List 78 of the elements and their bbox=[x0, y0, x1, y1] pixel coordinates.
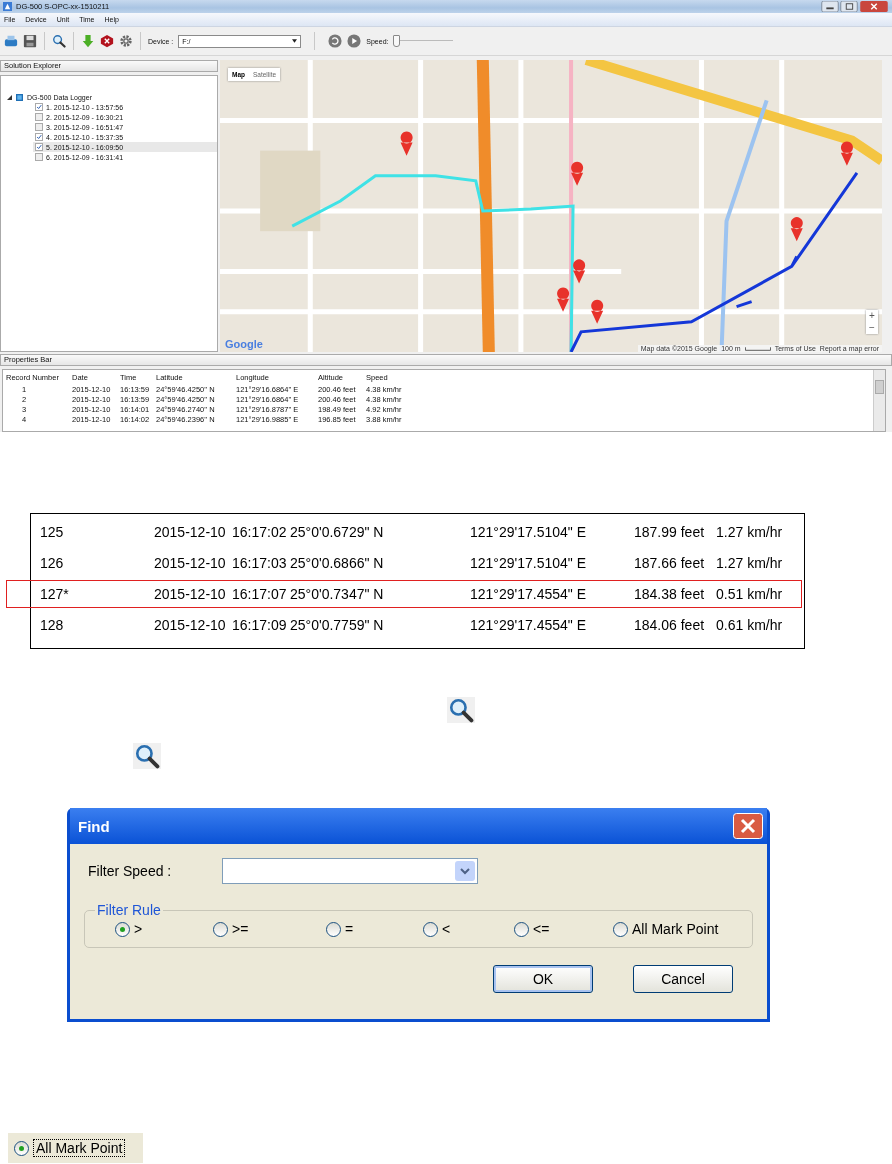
speed-slider-thumb[interactable] bbox=[393, 35, 401, 47]
radio-option[interactable]: = bbox=[326, 921, 423, 937]
checkbox[interactable] bbox=[35, 143, 43, 151]
download-arrow-icon[interactable] bbox=[81, 34, 95, 48]
dialog-title: Find bbox=[78, 817, 110, 835]
caret-icon bbox=[292, 39, 298, 43]
app-icon bbox=[3, 2, 12, 11]
table-cell-text: 2015-12-10 bbox=[154, 555, 227, 571]
table-cell-text: 2015-12-10 bbox=[154, 586, 227, 602]
printer-icon[interactable] bbox=[4, 34, 18, 48]
radio-option[interactable]: >= bbox=[213, 921, 326, 937]
table-cell-text: 16:17:09 bbox=[232, 617, 288, 633]
collapse-triangle-icon[interactable] bbox=[7, 94, 12, 100]
radio-button[interactable] bbox=[423, 921, 438, 937]
table-cell-text: 121°29'17.5104" E bbox=[470, 524, 587, 540]
scale-bar-icon bbox=[744, 346, 771, 351]
filter-speed-label: Filter Speed : bbox=[88, 863, 173, 879]
map-drawing[interactable] bbox=[220, 60, 882, 352]
radio-button[interactable] bbox=[213, 921, 228, 937]
table-cell-text: 16:17:02 bbox=[232, 524, 288, 540]
filter-speed-dropdown[interactable] bbox=[222, 858, 478, 884]
table-cell-text: 2015-12-10 bbox=[154, 524, 227, 540]
zoom-out-button[interactable]: − bbox=[866, 322, 878, 334]
table-cell-text: 25°0'0.7759" N bbox=[290, 617, 385, 633]
dialog-button[interactable]: OK bbox=[493, 965, 593, 993]
settings-icon[interactable] bbox=[119, 34, 133, 48]
radio-option[interactable]: <= bbox=[514, 921, 613, 937]
minimize-icon[interactable] bbox=[821, 1, 839, 12]
table-cell-text: 128 bbox=[40, 617, 65, 633]
device-icon bbox=[16, 93, 23, 101]
radio-button[interactable] bbox=[326, 921, 341, 937]
save-icon[interactable] bbox=[23, 34, 37, 48]
group-label: Filter Rule bbox=[95, 902, 163, 918]
table-cell-text: 127* bbox=[40, 586, 70, 602]
magnifier-icon[interactable] bbox=[133, 743, 161, 769]
table-cell-text: 184.06 feet bbox=[634, 617, 706, 633]
table-cell-text: 121°29'17.4554" E bbox=[470, 586, 587, 602]
maximize-icon[interactable] bbox=[840, 1, 858, 12]
magnifier-icon[interactable] bbox=[447, 697, 475, 723]
table-cell-text: 1.27 km/hr bbox=[716, 524, 784, 540]
table-cell-text: 0.61 km/hr bbox=[716, 617, 784, 633]
scrollbar[interactable] bbox=[873, 370, 885, 431]
radio-option[interactable]: < bbox=[423, 921, 514, 937]
table-cell-text: 16:17:03 bbox=[232, 555, 288, 571]
table-cell-text: 125 bbox=[40, 524, 65, 540]
radio-option[interactable]: All Mark Point bbox=[613, 921, 752, 937]
radio-option[interactable]: > bbox=[115, 921, 213, 937]
magnifier-icon[interactable] bbox=[52, 34, 66, 48]
table-cell-text: 1.27 km/hr bbox=[716, 555, 784, 571]
table-cell-text: 0.51 km/hr bbox=[716, 586, 784, 602]
map-logo: Google bbox=[225, 338, 263, 350]
checkbox[interactable] bbox=[35, 123, 43, 131]
zoom-in-button[interactable]: + bbox=[866, 310, 878, 322]
table-cell-text: 25°0'0.6729" N bbox=[290, 524, 385, 540]
table-cell-text: 16:17:07 bbox=[232, 586, 288, 602]
delete-icon[interactable] bbox=[100, 34, 114, 48]
checkbox[interactable] bbox=[35, 103, 43, 111]
checkbox[interactable] bbox=[35, 133, 43, 141]
play-icon[interactable] bbox=[347, 34, 362, 48]
radio-button[interactable] bbox=[613, 921, 628, 937]
table-cell-text: 187.66 feet bbox=[634, 555, 706, 571]
table-cell-text: 126 bbox=[40, 555, 65, 571]
table-cell-text: 184.38 feet bbox=[634, 586, 706, 602]
table-cell-text: 25°0'0.6866" N bbox=[290, 555, 385, 571]
radio-button[interactable] bbox=[115, 921, 130, 937]
close-icon[interactable] bbox=[859, 1, 889, 12]
checkbox[interactable] bbox=[35, 153, 43, 161]
radio-button[interactable] bbox=[14, 1140, 29, 1156]
radio-button[interactable] bbox=[514, 921, 529, 937]
table-cell-text: 2015-12-10 bbox=[154, 617, 227, 633]
table-cell-text: 187.99 feet bbox=[634, 524, 706, 540]
undo-icon[interactable] bbox=[328, 34, 343, 48]
table-cell-text: 121°29'17.4554" E bbox=[470, 617, 587, 633]
table-cell-text: 121°29'17.5104" E bbox=[470, 555, 587, 571]
table-cell-text: 25°0'0.7347" N bbox=[290, 586, 385, 602]
dialog-button[interactable]: Cancel bbox=[633, 965, 733, 993]
checkbox[interactable] bbox=[35, 113, 43, 121]
close-icon[interactable] bbox=[733, 813, 763, 839]
